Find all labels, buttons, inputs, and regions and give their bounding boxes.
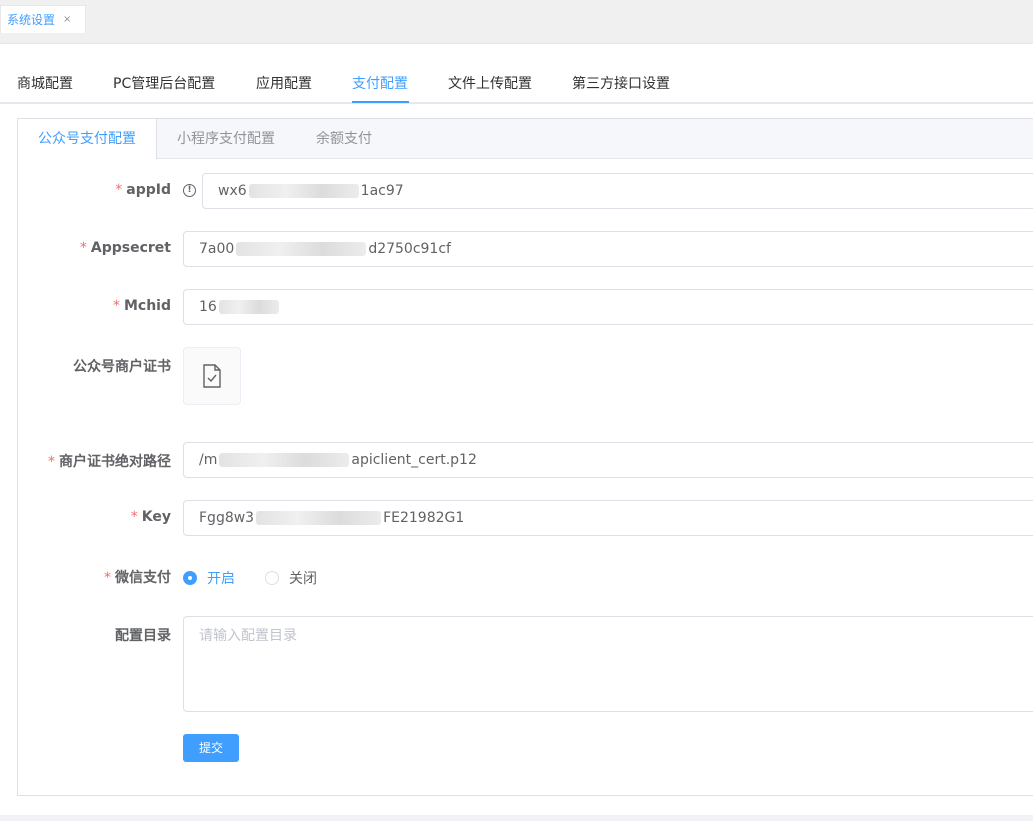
top-tab-bar: 系统设置 × xyxy=(0,0,1033,44)
info-icon[interactable]: ! xyxy=(183,184,196,197)
mchid-label: * Mchid xyxy=(112,298,171,314)
config-dir-textarea[interactable]: 请输入配置目录 xyxy=(183,616,1033,712)
cert-label: 公众号商户证书 xyxy=(73,359,171,375)
redacted-blur xyxy=(248,184,359,198)
page-tab-system-settings[interactable]: 系统设置 × xyxy=(0,5,87,33)
payment-sub-tabs: 公众号支付配置 小程序支付配置 余额支付 xyxy=(18,119,1033,159)
appsecret-input[interactable]: 7a00 d2750c91cf xyxy=(183,231,1033,267)
redacted-blur xyxy=(236,242,367,256)
subtab-balance-pay[interactable]: 余额支付 xyxy=(316,119,372,159)
tab-third-party-api[interactable]: 第三方接口设置 xyxy=(572,74,670,94)
tab-file-upload-config[interactable]: 文件上传配置 xyxy=(448,74,532,94)
file-check-icon xyxy=(203,364,221,388)
redacted-blur xyxy=(219,453,350,467)
subtab-official-account-pay[interactable]: 公众号支付配置 xyxy=(18,119,157,159)
cert-path-label: * 商户证书绝对路径 xyxy=(48,454,171,470)
key-label: * Key xyxy=(130,509,171,525)
wechat-pay-off-radio[interactable]: 关闭 xyxy=(265,568,317,588)
cert-path-input[interactable]: /m apiclient_cert.p12 xyxy=(183,442,1033,478)
wechat-pay-on-radio[interactable]: 开启 xyxy=(183,568,235,588)
radio-checked-icon xyxy=(183,571,197,585)
page-bottom-strip xyxy=(0,815,1033,821)
tab-pc-admin-config[interactable]: PC管理后台配置 xyxy=(113,74,215,94)
close-icon[interactable]: × xyxy=(63,14,71,25)
subtab-mini-program-pay[interactable]: 小程序支付配置 xyxy=(177,119,275,159)
submit-button[interactable]: 提交 xyxy=(183,734,239,762)
config-tabs: 商城配置 PC管理后台配置 应用配置 支付配置 文件上传配置 第三方接口设置 xyxy=(0,64,1033,104)
key-input[interactable]: Fgg8w3 FE21982G1 xyxy=(183,500,1033,536)
appid-label: * appId xyxy=(115,182,171,198)
redacted-blur xyxy=(218,300,279,314)
radio-unchecked-icon xyxy=(265,571,279,585)
tab-payment-config[interactable]: 支付配置 xyxy=(352,74,408,94)
mchid-input[interactable]: 16 xyxy=(183,289,1033,325)
active-tab-indicator xyxy=(352,101,409,103)
appid-input[interactable]: wx6 1ac97 xyxy=(202,173,1033,209)
cert-upload[interactable] xyxy=(183,347,241,405)
tab-mall-config[interactable]: 商城配置 xyxy=(17,74,73,94)
config-dir-label: 配置目录 xyxy=(115,628,171,644)
tab-app-config[interactable]: 应用配置 xyxy=(256,74,312,94)
wechat-pay-label: * 微信支付 xyxy=(104,570,171,586)
appsecret-label: * Appsecret xyxy=(79,240,171,256)
page-tab-label: 系统设置 xyxy=(7,13,56,27)
redacted-blur xyxy=(256,511,382,525)
